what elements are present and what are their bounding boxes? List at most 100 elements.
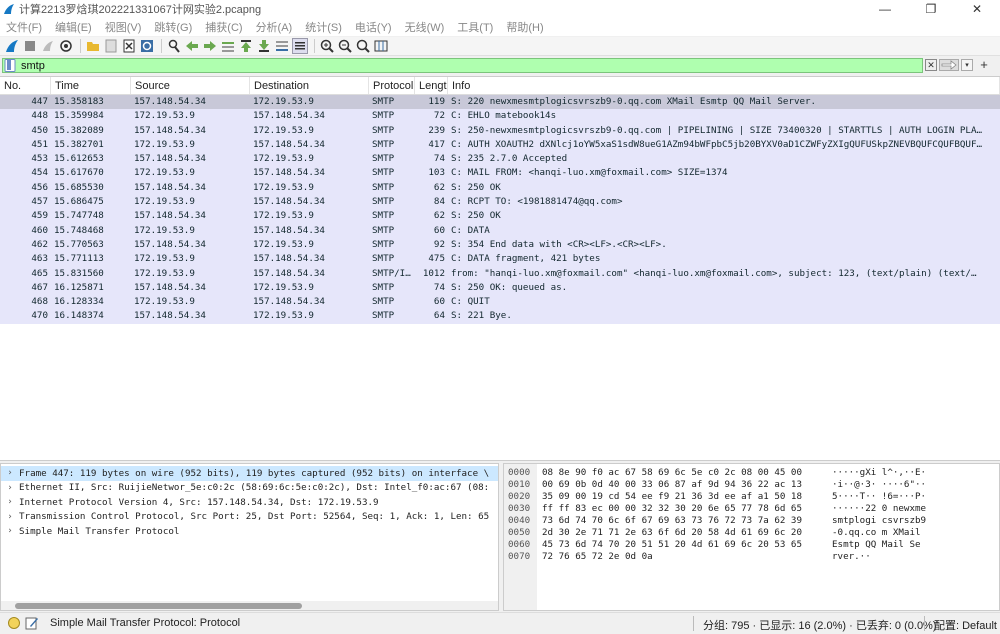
- find-packet-icon[interactable]: [166, 38, 182, 54]
- cell-no: 453: [31, 153, 48, 165]
- column-protocol[interactable]: Protocol: [369, 77, 415, 94]
- restart-capture-icon[interactable]: [40, 38, 56, 54]
- column-source[interactable]: Source: [131, 77, 250, 94]
- chevron-right-icon[interactable]: ›: [1, 497, 19, 507]
- cell-time: 15.747748: [54, 210, 104, 222]
- filter-history-dropdown[interactable]: ▾: [961, 59, 973, 71]
- normal-size-icon[interactable]: [355, 38, 371, 54]
- scrollbar-thumb[interactable]: [15, 603, 302, 609]
- table-row[interactable]: 453 15.612653 157.148.54.34 172.19.53.9 SMTP…: [0, 152, 1000, 167]
- detail-smtp[interactable]: › Simple Mail Transfer Protocol: [1, 524, 498, 539]
- cell-len: 92: [433, 238, 445, 250]
- cell-no: 470: [31, 310, 48, 322]
- profile-indicator[interactable]: 配置: Default: [934, 617, 997, 633]
- stop-capture-icon[interactable]: [22, 38, 38, 54]
- menu-wireless[interactable]: 无线(W): [405, 19, 445, 35]
- menu-edit[interactable]: 编辑(E): [55, 19, 92, 35]
- toolbar-separator: [161, 39, 162, 53]
- go-forward-icon[interactable]: [202, 38, 218, 54]
- expert-info-icon[interactable]: [8, 617, 20, 629]
- cell-src: 157.148.54.34: [134, 153, 206, 165]
- resize-columns-icon[interactable]: [373, 38, 389, 54]
- byte-off: 0010: [508, 479, 531, 490]
- auto-scroll-icon[interactable]: [274, 38, 290, 54]
- first-packet-icon[interactable]: [238, 38, 254, 54]
- chevron-right-icon[interactable]: ›: [1, 483, 19, 493]
- cell-dst: 157.148.54.34: [253, 267, 325, 279]
- byte-asc: ·····gXi l^·,··E·: [832, 467, 927, 478]
- column-no[interactable]: No.: [0, 77, 51, 94]
- close-button[interactable]: ✕: [954, 0, 1000, 18]
- capture-options-icon[interactable]: [58, 38, 74, 54]
- colorize-icon[interactable]: [292, 38, 308, 54]
- cell-info: S: 250-newxmesmtplogicsvrszb9-0.qq.com |…: [451, 124, 983, 136]
- save-file-icon[interactable]: [103, 38, 119, 54]
- column-time[interactable]: Time: [51, 77, 131, 94]
- table-row[interactable]: 456 15.685530 157.148.54.34 172.19.53.9 SMTP…: [0, 180, 1000, 196]
- table-row[interactable]: 467 16.125871 157.148.54.34 172.19.53.9 SMTP…: [0, 280, 1000, 296]
- chevron-right-icon[interactable]: ›: [1, 526, 19, 536]
- packet-details: › Frame 447: 119 bytes on wire (952 bits)…: [0, 463, 499, 611]
- chevron-right-icon[interactable]: ›: [1, 512, 19, 522]
- menu-bar: 文件(F) 编辑(E) 视图(V) 跳转(G) 捕获(C) 分析(A) 统计(S…: [0, 18, 1000, 36]
- table-row[interactable]: 468 16.128334 172.19.53.9 157.148.54.34 SMTP…: [0, 295, 1000, 310]
- menu-analyze[interactable]: 分析(A): [256, 19, 293, 35]
- table-row[interactable]: 462 15.770563 157.148.54.34 172.19.53.9 SMTP…: [0, 237, 1000, 253]
- menu-file[interactable]: 文件(F): [6, 19, 42, 35]
- last-packet-icon[interactable]: [256, 38, 272, 54]
- menu-capture[interactable]: 捕获(C): [205, 19, 242, 35]
- table-row[interactable]: 457 15.686475 172.19.53.9 157.148.54.34 SMTP…: [0, 195, 1000, 210]
- detail-frame[interactable]: › Frame 447: 119 bytes on wire (952 bits)…: [1, 466, 498, 481]
- zoom-out-icon[interactable]: [337, 38, 353, 54]
- add-filter-button[interactable]: +: [977, 57, 991, 72]
- table-row[interactable]: 459 15.747748 157.148.54.34 172.19.53.9 SMTP…: [0, 209, 1000, 224]
- menu-go[interactable]: 跳转(G): [154, 19, 192, 35]
- byte-hex: 2d 30 2e 71 71 2e 63 6f 6d 20 58 4d 61 6…: [542, 527, 802, 538]
- details-horizontal-scrollbar[interactable]: [1, 601, 498, 610]
- menu-statistics[interactable]: 统计(S): [305, 19, 342, 35]
- menu-help[interactable]: 帮助(H): [506, 19, 543, 35]
- zoom-in-icon[interactable]: [319, 38, 335, 54]
- go-back-icon[interactable]: [184, 38, 200, 54]
- capture-comment-icon[interactable]: [25, 616, 39, 630]
- table-row[interactable]: 470 16.148374 157.148.54.34 172.19.53.9 SMTP…: [0, 309, 1000, 324]
- apply-filter-button[interactable]: [939, 59, 959, 71]
- cell-dst: 172.19.53.9: [253, 153, 314, 165]
- table-row[interactable]: 454 15.617670 172.19.53.9 157.148.54.34 SMTP…: [0, 166, 1000, 181]
- menu-view[interactable]: 视图(V): [105, 19, 142, 35]
- reload-file-icon[interactable]: [139, 38, 155, 54]
- clear-filter-button[interactable]: ✕: [925, 59, 937, 71]
- table-row[interactable]: 447 15.358183 157.148.54.34 172.19.53.9 SMTP…: [0, 95, 1000, 110]
- table-row[interactable]: 460 15.748468 172.19.53.9 157.148.54.34 SMTP…: [0, 223, 1000, 238]
- table-row[interactable]: 451 15.382701 172.19.53.9 157.148.54.34 SMTP…: [0, 137, 1000, 153]
- byte-hex: ff ff 83 ec 00 00 32 32 30 20 6e 65 77 7…: [542, 503, 802, 514]
- column-info[interactable]: Info: [448, 77, 1000, 94]
- title-bar: 计算2213罗焓琪202221331067计网实验2.pcapng — ❐ ✕: [0, 0, 1000, 18]
- cell-proto: SMTP: [372, 210, 395, 222]
- table-row[interactable]: 450 15.382089 157.148.54.34 172.19.53.9 SMTP…: [0, 123, 1000, 138]
- column-destination[interactable]: Destination: [250, 77, 369, 94]
- cell-src: 172.19.53.9: [134, 138, 195, 150]
- go-to-packet-icon[interactable]: [220, 38, 236, 54]
- table-row[interactable]: 448 15.359984 172.19.53.9 157.148.54.34 SMTP…: [0, 109, 1000, 124]
- column-length[interactable]: Lengtl: [415, 77, 448, 94]
- cell-info: S: 354 End data with <CR><LF>.<CR><LF>.: [451, 238, 667, 250]
- detail-ethernet[interactable]: › Ethernet II, Src: RuijieNetwor_5e:c0:2c…: [1, 481, 498, 496]
- menu-telephony[interactable]: 电话(Y): [355, 19, 392, 35]
- chevron-right-icon[interactable]: ›: [1, 468, 19, 478]
- detail-ip[interactable]: › Internet Protocol Version 4, Src: 157.1…: [1, 495, 498, 510]
- maximize-button[interactable]: ❐: [908, 0, 954, 18]
- cell-len: 60: [433, 224, 445, 236]
- display-filter-input[interactable]: smtp: [2, 58, 923, 73]
- cell-dst: 157.148.54.34: [253, 253, 325, 265]
- close-file-icon[interactable]: [121, 38, 137, 54]
- start-capture-icon[interactable]: [4, 38, 20, 54]
- open-file-icon[interactable]: [85, 38, 101, 54]
- minimize-button[interactable]: —: [862, 0, 908, 18]
- table-row[interactable]: 465 15.831560 172.19.53.9 157.148.54.34 SMTP…: [0, 266, 1000, 281]
- filter-bookmark-icon[interactable]: [4, 59, 18, 72]
- detail-tcp[interactable]: › Transmission Control Protocol, Src Port…: [1, 510, 498, 525]
- table-row[interactable]: 463 15.771113 172.19.53.9 157.148.54.34 SMTP…: [0, 252, 1000, 267]
- menu-tools[interactable]: 工具(T): [457, 19, 493, 35]
- toolbar-separator: [314, 39, 315, 53]
